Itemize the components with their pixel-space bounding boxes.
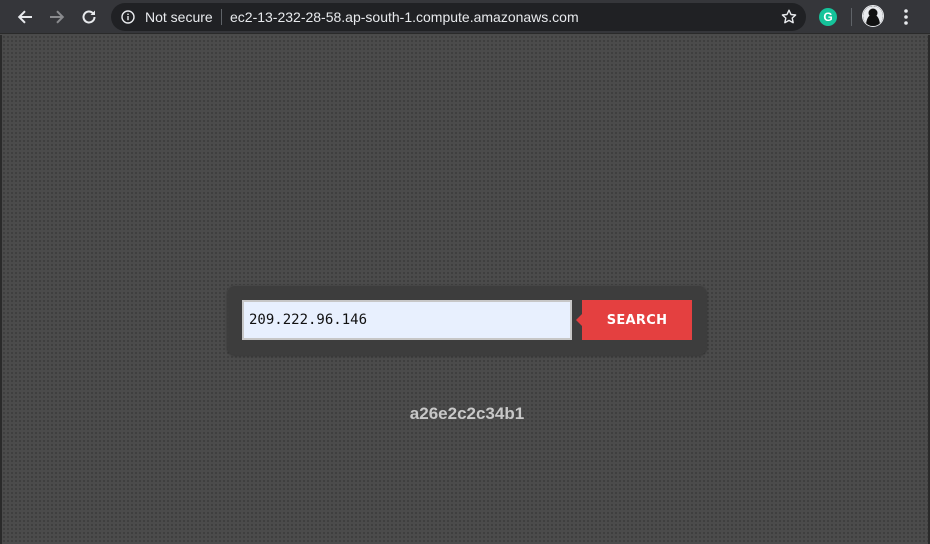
kebab-menu-icon[interactable] bbox=[897, 6, 915, 28]
arrow-right-icon bbox=[50, 10, 65, 24]
search-input[interactable] bbox=[242, 300, 572, 340]
url-text[interactable]: ec2-13-232-28-58.ap-south-1.compute.amaz… bbox=[230, 9, 579, 25]
search-panel: SEARCH bbox=[227, 285, 707, 355]
security-label[interactable]: Not secure bbox=[145, 9, 213, 25]
info-circle-icon[interactable] bbox=[121, 10, 135, 24]
forward-button[interactable] bbox=[43, 3, 71, 31]
arrow-left-icon bbox=[17, 10, 32, 24]
reload-icon bbox=[82, 10, 96, 24]
browser-toolbar: Not secure ec2-13-232-28-58.ap-south-1.c… bbox=[0, 0, 930, 34]
grammarly-icon[interactable]: G bbox=[819, 8, 837, 26]
address-bar[interactable]: Not secure ec2-13-232-28-58.ap-south-1.c… bbox=[111, 3, 806, 31]
page-viewport: SEARCH a26e2c2c34b1 bbox=[0, 35, 930, 544]
reload-button[interactable] bbox=[75, 3, 103, 31]
star-icon[interactable] bbox=[780, 8, 798, 26]
omnibox-divider bbox=[221, 9, 222, 25]
back-button[interactable] bbox=[11, 3, 39, 31]
toolbar-divider bbox=[851, 8, 852, 26]
avatar[interactable] bbox=[862, 5, 884, 27]
search-button[interactable]: SEARCH bbox=[576, 300, 692, 340]
host-id-text: a26e2c2c34b1 bbox=[409, 404, 525, 423]
avatar-icon bbox=[863, 6, 883, 26]
